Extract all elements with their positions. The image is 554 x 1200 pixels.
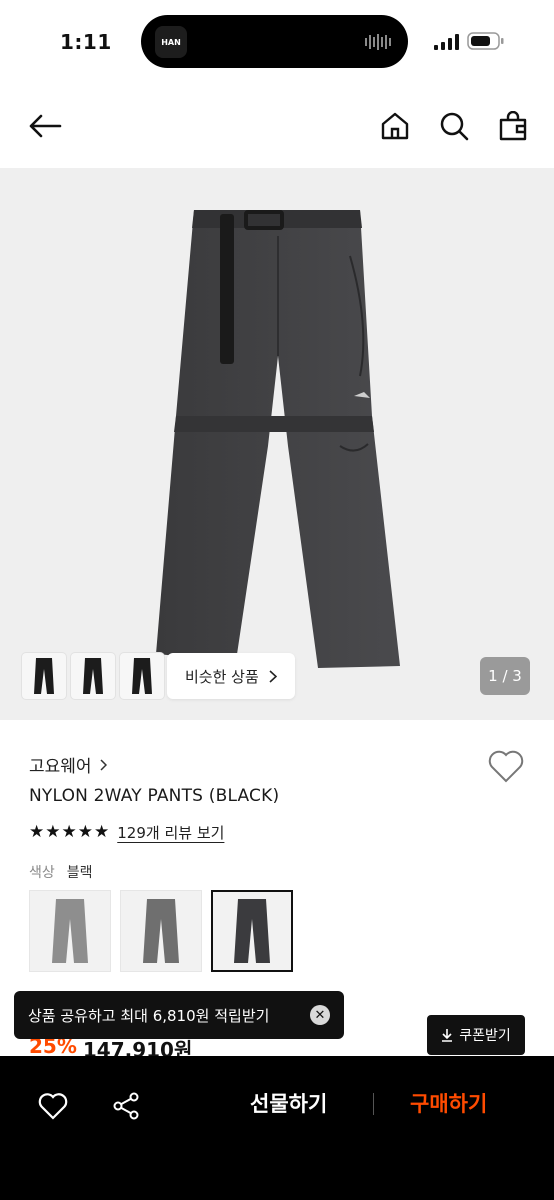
shopping-bag-icon	[499, 111, 527, 141]
color-swatches	[29, 890, 293, 972]
download-icon	[442, 1029, 453, 1042]
pants-swatch-icon	[143, 899, 179, 963]
thumbnail-2[interactable]	[71, 653, 115, 699]
pants-swatch-icon	[234, 899, 270, 963]
coupon-button[interactable]: 쿠폰받기	[427, 1015, 525, 1055]
star-rating: ★ ★ ★ ★ ★	[29, 824, 109, 841]
battery-icon	[467, 32, 504, 50]
bottom-action-bar: 선물하기 구매하기	[0, 1056, 554, 1200]
status-time: 1:11	[60, 30, 112, 54]
pants-thumbnail-icon	[34, 658, 54, 694]
image-pager: 1 / 3	[480, 657, 530, 695]
thumbnail-1[interactable]	[22, 653, 66, 699]
cellular-signal-icon	[434, 34, 459, 50]
arrow-left-icon	[29, 114, 62, 138]
pants-thumbnail-icon	[83, 658, 103, 694]
thumbnail-3[interactable]	[120, 653, 164, 699]
heart-outline-icon	[38, 1093, 68, 1120]
thumbnail-strip	[22, 653, 164, 699]
top-navigation	[0, 96, 554, 156]
similar-products-button[interactable]: 비슷한 상품	[167, 653, 295, 699]
dynamic-island: HAN	[141, 15, 408, 68]
swatch-black[interactable]	[211, 890, 293, 972]
chevron-right-icon	[100, 758, 107, 771]
heart-icon[interactable]	[487, 748, 525, 784]
star-icon: ★	[29, 822, 45, 842]
product-image	[156, 210, 400, 668]
color-label: 색상	[29, 865, 55, 881]
audio-wave-icon	[365, 34, 391, 50]
swatch-light-gray[interactable]	[29, 890, 111, 972]
cart-button[interactable]	[493, 106, 533, 146]
brand-link[interactable]: 고요웨어	[29, 752, 107, 777]
island-app-icon: HAN	[155, 26, 187, 58]
toast-message: 상품 공유하고 최대 6,810원 적립받기	[28, 1006, 270, 1025]
color-value: 블랙	[66, 865, 93, 881]
swatch-gray[interactable]	[120, 890, 202, 972]
coupon-label: 쿠폰받기	[459, 1028, 511, 1044]
color-option-row: 색상 블랙	[29, 862, 93, 882]
home-icon	[381, 112, 409, 140]
search-button[interactable]	[434, 106, 474, 146]
pants-thumbnail-icon	[132, 658, 152, 694]
share-button[interactable]	[106, 1086, 146, 1126]
star-icon: ★	[77, 822, 93, 842]
share-icon	[113, 1092, 139, 1120]
star-icon: ★	[45, 822, 61, 842]
divider	[373, 1093, 374, 1115]
similar-products-label: 비슷한 상품	[185, 667, 259, 686]
product-name: NYLON 2WAY PANTS (BLACK)	[29, 786, 280, 806]
home-button[interactable]	[375, 106, 415, 146]
rating-row: ★ ★ ★ ★ ★ 129개 리뷰 보기	[29, 822, 224, 843]
status-bar: 1:11 HAN	[0, 0, 554, 84]
review-link[interactable]: 129개 리뷰 보기	[117, 822, 224, 843]
share-reward-toast[interactable]: 상품 공유하고 최대 6,810원 적립받기 ✕	[14, 991, 344, 1039]
back-button[interactable]	[25, 106, 65, 146]
brand-name: 고요웨어	[29, 757, 92, 777]
chevron-right-icon	[269, 669, 277, 683]
gift-button[interactable]: 선물하기	[250, 1088, 327, 1118]
search-icon	[440, 112, 469, 141]
product-image-gallery[interactable]: 비슷한 상품 1 / 3	[0, 168, 554, 720]
star-icon: ★	[94, 822, 110, 842]
close-icon[interactable]: ✕	[310, 1005, 330, 1025]
pants-swatch-icon	[52, 899, 88, 963]
star-icon: ★	[61, 822, 77, 842]
wishlist-button[interactable]	[33, 1086, 73, 1126]
buy-button[interactable]: 구매하기	[410, 1088, 487, 1118]
